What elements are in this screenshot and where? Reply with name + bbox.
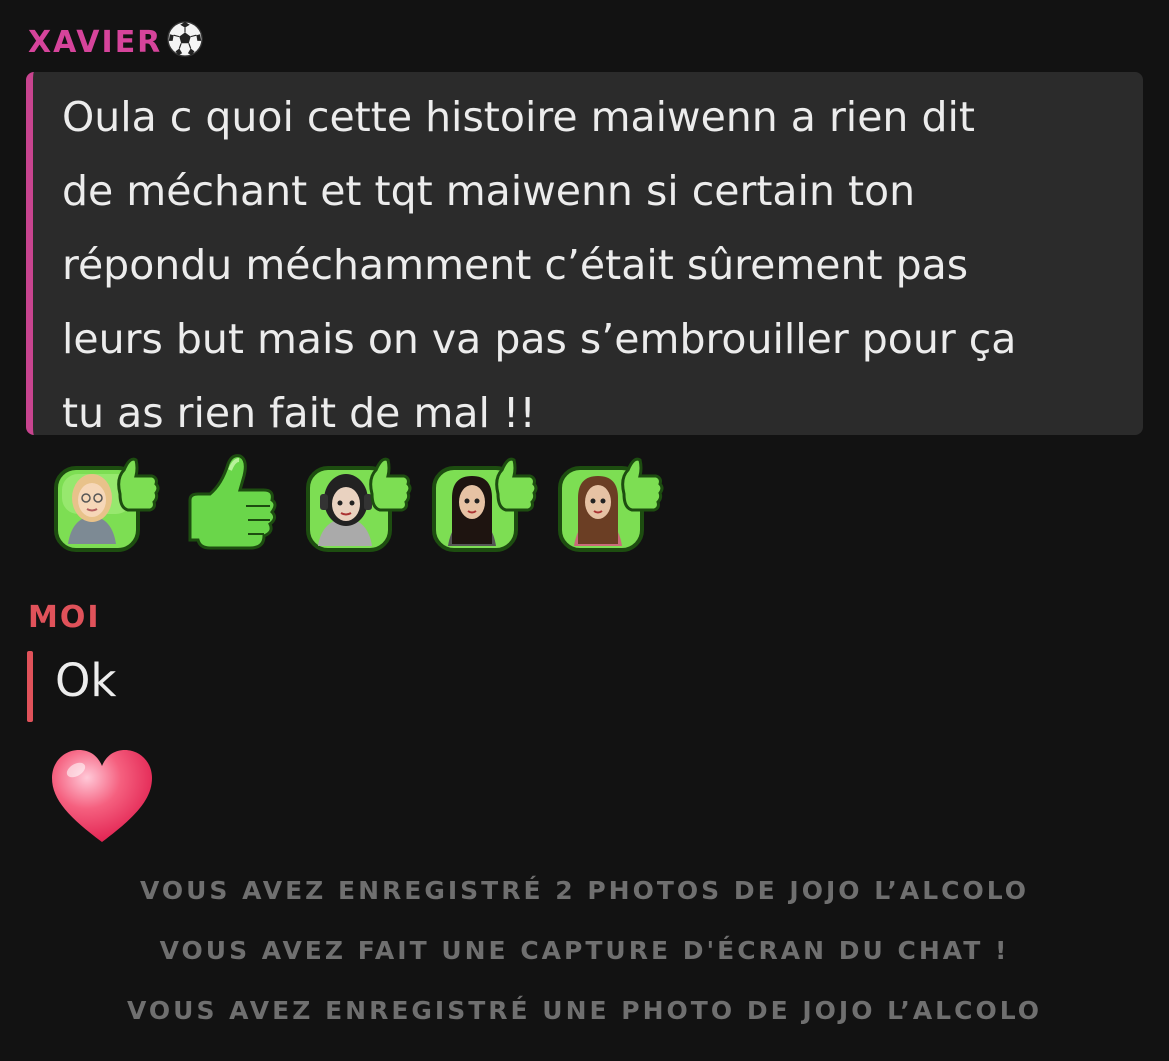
sender-name-xavier[interactable]: XAVIER <box>28 20 204 60</box>
bitmoji-thumbs-up-icon[interactable] <box>302 448 414 558</box>
bitmoji-thumbs-up-icon[interactable] <box>428 448 540 558</box>
system-message: VOUS AVEZ FAIT UNE CAPTURE D'ÉCRAN DU CH… <box>159 936 1010 965</box>
message-text: Oula c quoi cette histoire maiwenn a rie… <box>62 93 1017 437</box>
sender-name-text: XAVIER <box>28 25 163 60</box>
heart-emoji-icon[interactable] <box>50 748 154 846</box>
message-text[interactable]: Ok <box>55 654 116 707</box>
message-accent-bar <box>27 651 33 722</box>
bitmoji-thumbs-up-icon[interactable] <box>50 448 162 558</box>
message-bubble-xavier[interactable]: Oula c quoi cette histoire maiwenn a rie… <box>26 72 1143 437</box>
soccer-ball-icon <box>167 21 204 57</box>
thumbs-up-emoji-icon[interactable] <box>176 448 288 558</box>
system-message: VOUS AVEZ ENREGISTRÉ 2 PHOTOS DE JOJO L’… <box>139 876 1030 905</box>
sender-name-moi[interactable]: MOI <box>28 600 101 635</box>
bitmoji-thumbs-up-icon[interactable] <box>554 448 666 558</box>
system-message: VOUS AVEZ ENREGISTRÉ UNE PHOTO DE JOJO L… <box>126 996 1043 1025</box>
